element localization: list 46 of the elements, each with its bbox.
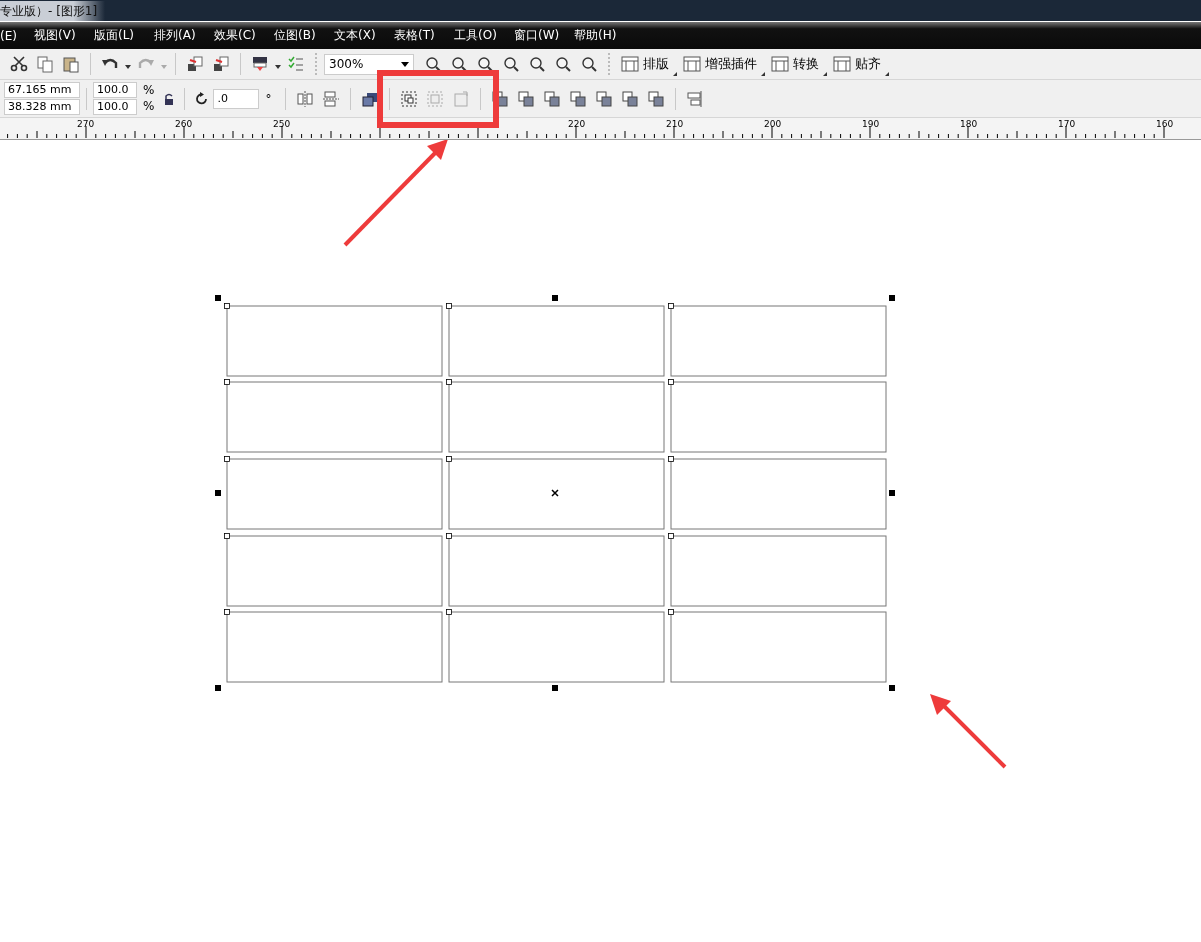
width-field[interactable]: 67.165 mm (4, 82, 80, 98)
ruler-label: 210 (666, 119, 684, 129)
menu-item[interactable]: 窗口(W) (506, 27, 566, 44)
menu-item[interactable]: 表格(T) (386, 27, 446, 44)
menu-item[interactable]: (E) (0, 28, 26, 43)
table-icon (621, 56, 639, 72)
ruler-label: 270 (77, 119, 95, 129)
toolbar-button[interactable]: 贴齐 (829, 51, 891, 77)
corner-arrow-icon (823, 72, 827, 76)
ruler-label: 170 (1058, 119, 1076, 129)
corner-arrow-icon (885, 72, 889, 76)
caret-icon (401, 61, 409, 67)
rotation-field[interactable]: .0 (213, 88, 260, 109)
scale-x-field[interactable]: 100.0 (93, 82, 137, 98)
ruler-label: 190 (862, 119, 880, 129)
ruler-label: 200 (764, 119, 782, 129)
menu-item[interactable]: 文本(X) (326, 27, 386, 44)
menu-item[interactable]: 效果(C) (206, 27, 266, 44)
rotate-icon (195, 91, 210, 106)
menu-item[interactable]: 工具(O) (446, 27, 506, 44)
percent-label: % (143, 83, 155, 98)
ruler-label: 250 (273, 119, 291, 129)
scale-y-field[interactable]: 100.0 (93, 99, 137, 115)
table-icon (683, 56, 701, 72)
corner-arrow-icon (761, 72, 765, 76)
toolbar-button[interactable]: 增强插件 (679, 51, 767, 77)
menu-item[interactable]: 版面(L) (86, 27, 146, 44)
height-field[interactable]: 38.328 mm (4, 99, 80, 115)
table-icon (771, 56, 789, 72)
window-title: 专业版）- [图形1] (0, 0, 106, 21)
corner-arrow-icon (673, 72, 677, 76)
table-icon (833, 56, 851, 72)
toolbar-button[interactable]: 排版 (617, 51, 679, 77)
menu-item[interactable]: 视图(V) (26, 27, 86, 44)
menu-item[interactable]: 位图(B) (266, 27, 326, 44)
ruler-label: 260 (175, 119, 193, 129)
center-mark-icon (551, 489, 559, 497)
ruler-label: 220 (568, 119, 586, 129)
ruler-label: 160 (1156, 119, 1174, 129)
menu-item[interactable]: 排列(A) (146, 27, 206, 44)
ruler-label: 180 (960, 119, 978, 129)
zoom-level-dropdown[interactable]: 300% (324, 53, 414, 75)
toolbar-button[interactable]: 转换 (767, 51, 829, 77)
menu-item[interactable]: 帮助(H) (566, 27, 626, 44)
percent-label: % (143, 99, 155, 114)
degree-label: ° (265, 91, 272, 106)
